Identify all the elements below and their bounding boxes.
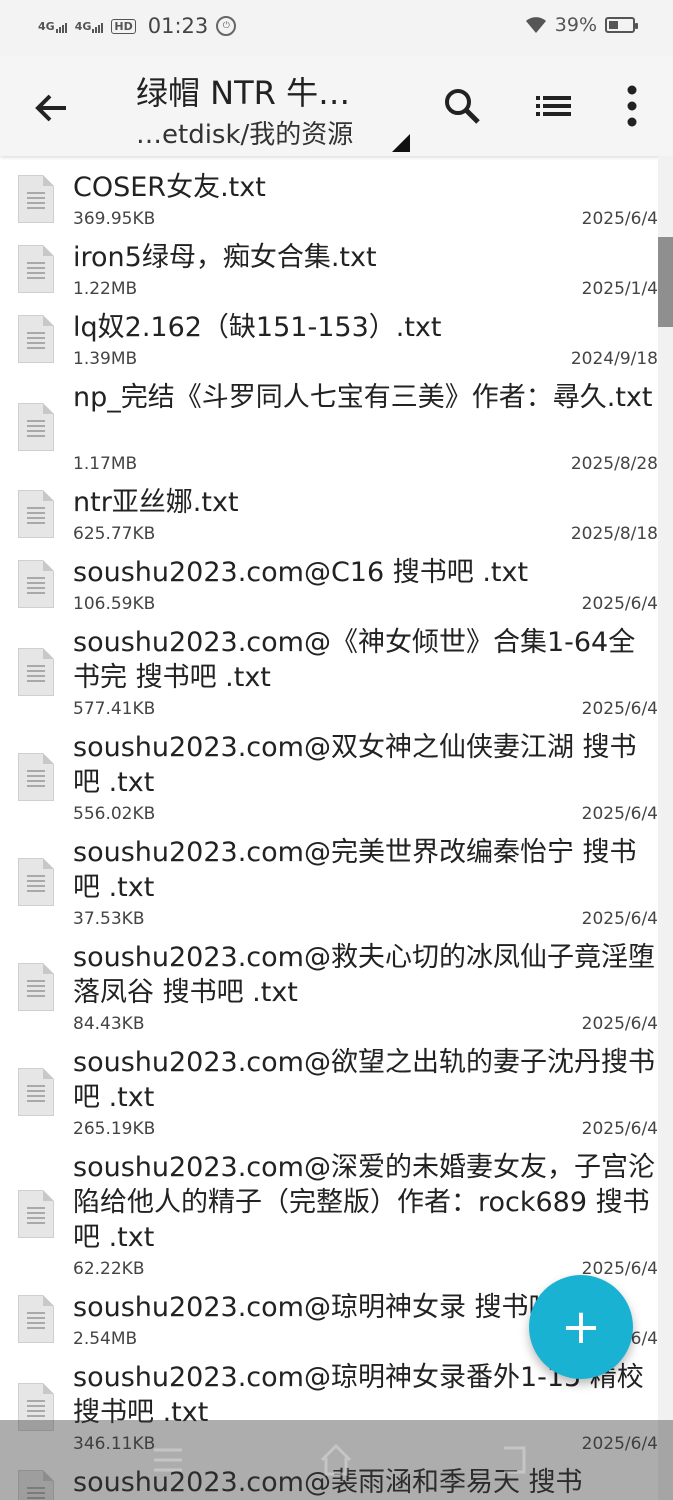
file-name: soushu2023.com@C16 搜书吧 .txt [73, 557, 529, 588]
file-date: 2025/6/4 [581, 1014, 658, 1034]
file-row[interactable]: soushu2023.com@完美世界改编秦怡宁 搜书吧 .txt 37.53KB… [0, 835, 673, 940]
wifi-icon [525, 17, 546, 33]
file-date: 2025/6/4 [581, 1119, 658, 1139]
status-right: 39% [525, 14, 638, 36]
file-size: 1.39MB [73, 349, 138, 369]
file-name: soushu2023.com@救夫心切的冰凤仙子竟淫堕落凤谷 搜书吧 .txt [73, 942, 655, 1008]
file-row[interactable]: ntr亚丝娜.txt 625.77KB 2025/8/18 [0, 485, 673, 555]
file-name: iron5绿母，痴女合集.txt [73, 242, 377, 273]
file-size: 625.77KB [73, 524, 156, 544]
file-row[interactable]: soushu2023.com@双女神之仙侠妻江湖 搜书吧 .txt 556.02K… [0, 730, 673, 835]
text-file-icon [18, 490, 54, 538]
add-icon: + [560, 1299, 602, 1355]
file-name: np_完结《斗罗同人七宝有三美》作者：尋久.txt [73, 382, 653, 413]
status-bar: 4G 4G HD 01:23 ⏻ 39% [0, 0, 673, 56]
notification-icon: ⏻ [216, 16, 237, 36]
file-name: ntr亚丝娜.txt [73, 487, 239, 518]
menu-icon[interactable] [148, 1440, 188, 1480]
text-file-icon [18, 857, 54, 906]
file-row[interactable]: np_完结《斗罗同人七宝有三美》作者：尋久.txt 1.17MB 2025/8/28 [0, 380, 673, 485]
file-size: 265.19KB [73, 1119, 156, 1139]
battery-icon [605, 17, 638, 33]
signal-icon-2: 4G [75, 20, 104, 33]
list-view-icon[interactable] [530, 84, 576, 128]
back-nav-icon[interactable] [494, 1440, 534, 1480]
hd-voice-icon: HD [111, 18, 136, 34]
battery-percent: 39% [554, 14, 597, 36]
file-date: 2024/9/18 [570, 349, 658, 369]
file-size: 106.59KB [73, 594, 156, 614]
file-date: 2025/6/4 [581, 594, 658, 614]
app-toolbar: 绿帽 NTR 牛… …etdisk/我的资源 [0, 56, 673, 156]
file-date: 2025/1/4 [581, 279, 658, 299]
file-row[interactable]: soushu2023.com@欲望之出轨的妻子沈丹搜书吧 .txt 265.19K… [0, 1045, 673, 1150]
text-file-icon [18, 560, 54, 608]
scrollbar-track[interactable] [658, 156, 673, 1500]
status-time: 01:23 [147, 14, 209, 38]
text-file-icon [18, 1295, 54, 1343]
signal-icon: 4G [38, 20, 67, 33]
back-arrow-icon[interactable] [30, 86, 74, 130]
folder-title: 绿帽 NTR 牛… [136, 74, 351, 112]
more-vertical-icon[interactable] [612, 82, 652, 130]
file-row[interactable]: COSER女友.txt 369.95KB 2025/6/4 [0, 170, 673, 240]
file-row[interactable]: lq奴2.162（缺151-153）.txt 1.39MB 2024/9/18 [0, 310, 673, 380]
file-size: 2.54MB [73, 1329, 138, 1349]
file-size: 556.02KB [73, 804, 156, 824]
text-file-icon [18, 315, 54, 363]
file-row[interactable]: soushu2023.com@救夫心切的冰凤仙子竟淫堕落凤谷 搜书吧 .txt 8… [0, 940, 673, 1045]
file-row[interactable]: soushu2023.com@《神女倾世》合集1-64全书完 搜书吧 .txt 5… [0, 625, 673, 730]
file-row[interactable]: soushu2023.com@深爱的未婚妻女友，子宫沦陷给他人的精子（完整版）作… [0, 1150, 673, 1290]
file-name: lq奴2.162（缺151-153）.txt [73, 312, 442, 343]
file-size: 84.43KB [73, 1014, 145, 1034]
text-file-icon [18, 962, 54, 1011]
dropdown-triangle-icon[interactable] [392, 134, 410, 152]
add-button[interactable]: + [529, 1275, 633, 1379]
search-icon[interactable] [440, 84, 484, 128]
file-name: soushu2023.com@《神女倾世》合集1-64全书完 搜书吧 .txt [73, 627, 636, 693]
file-size: 37.53KB [73, 909, 145, 929]
text-file-icon [18, 647, 54, 696]
file-date: 2025/6/4 [581, 909, 658, 929]
text-file-icon [18, 752, 54, 801]
file-date: 2025/8/18 [570, 524, 658, 544]
file-size: 62.22KB [73, 1259, 145, 1279]
file-name: soushu2023.com@完美世界改编秦怡宁 搜书吧 .txt [73, 837, 637, 903]
file-size: 1.17MB [73, 454, 138, 474]
file-name: soushu2023.com@欲望之出轨的妻子沈丹搜书吧 .txt [73, 1047, 655, 1113]
file-date: 2025/6/4 [581, 804, 658, 824]
file-date: 2025/6/4 [581, 699, 658, 719]
text-file-icon [18, 1067, 54, 1116]
file-date: 2025/8/28 [570, 454, 658, 474]
file-name: COSER女友.txt [73, 172, 266, 203]
text-file-icon [18, 1190, 54, 1238]
text-file-icon [18, 245, 54, 293]
file-date: 2025/6/4 [581, 209, 658, 229]
file-size: 369.95KB [73, 209, 156, 229]
text-file-icon [18, 175, 54, 223]
home-icon[interactable] [316, 1440, 356, 1480]
file-size: 1.22MB [73, 279, 138, 299]
file-name: soushu2023.com@双女神之仙侠妻江湖 搜书吧 .txt [73, 732, 637, 798]
status-left: 4G 4G HD 01:23 ⏻ [38, 14, 237, 38]
file-size: 577.41KB [73, 699, 156, 719]
scrollbar-thumb[interactable] [658, 237, 673, 327]
path-breadcrumb[interactable]: …etdisk/我的资源 [136, 114, 353, 151]
file-name: soushu2023.com@深爱的未婚妻女友，子宫沦陷给他人的精子（完整版）作… [73, 1152, 655, 1253]
file-row[interactable]: iron5绿母，痴女合集.txt 1.22MB 2025/1/4 [0, 240, 673, 310]
navigation-overlay [0, 1420, 673, 1500]
text-file-icon [18, 402, 54, 451]
file-row[interactable]: soushu2023.com@C16 搜书吧 .txt 106.59KB 2025/… [0, 555, 673, 625]
